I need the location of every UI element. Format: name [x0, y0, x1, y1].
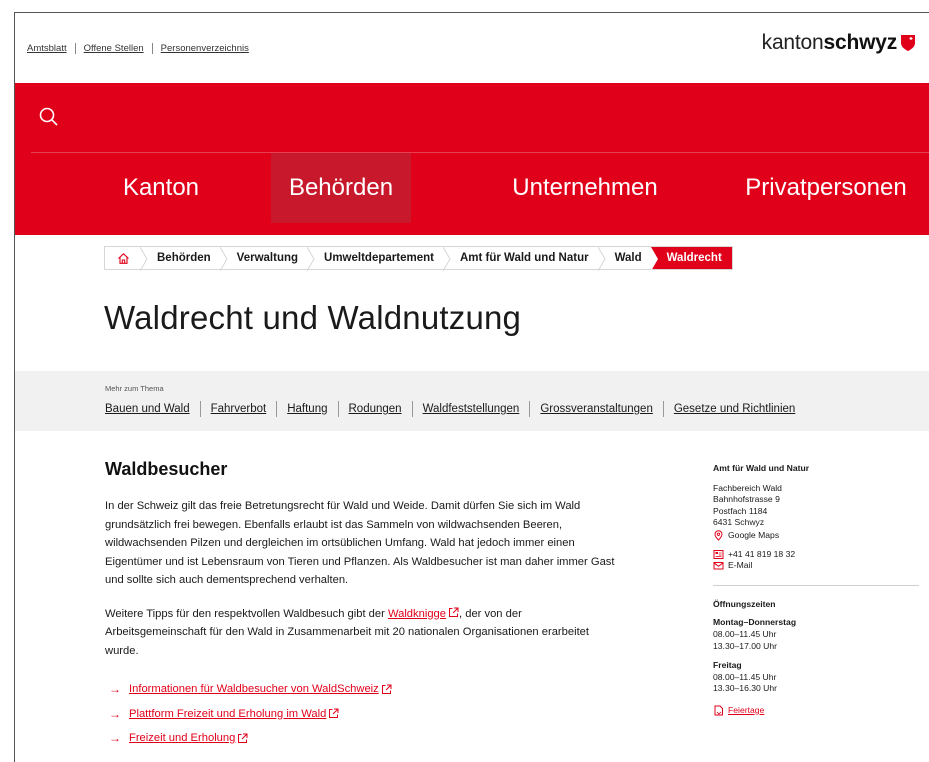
external-links-list: → Informationen für Waldbesucher von Wal… [105, 677, 625, 751]
hours-block: Montag–Donnerstag 08.00–11.45 Uhr 13.30–… [713, 617, 919, 652]
opening-hours-title: Öffnungszeiten [713, 598, 776, 609]
hours-block: Freitag 08.00–11.45 Uhr 13.30–16.30 Uhr [713, 660, 919, 695]
tips-paragraph: Weitere Tipps für den respektvollen Wald… [105, 605, 625, 661]
divider [411, 401, 413, 417]
link-amtsblatt[interactable]: Amtsblatt [27, 43, 67, 54]
map-pin-icon [714, 530, 723, 541]
contact-sidebar: Amt für Wald und Natur Fachbereich Wald … [713, 463, 919, 717]
related-topics-links: Bauen und Wald Fahrverbot Haftung Rodung… [105, 401, 795, 417]
link-personenverzeichnis[interactable]: Personenverzeichnis [161, 43, 249, 54]
section-heading: Waldbesucher [105, 459, 228, 479]
site-logo[interactable]: kanton schwyz [762, 31, 916, 55]
office-name: Amt für Wald und Natur [713, 463, 810, 473]
divider [199, 401, 201, 417]
topic-link-rodungen[interactable]: Rodungen [349, 403, 402, 415]
home-icon [118, 252, 129, 264]
hours-days: Freitag [713, 660, 742, 671]
breadcrumb-wald[interactable]: Wald [606, 247, 651, 269]
topic-link-waldfeststellungen[interactable]: Waldfeststellungen [423, 403, 520, 415]
nav-item-behoerden[interactable]: Behörden [271, 153, 411, 223]
related-topics-label: Mehr zum Thema [105, 384, 164, 393]
breadcrumb-separator [219, 247, 228, 271]
logo-text-kanton: kanton [761, 31, 824, 54]
main-navigation: Kanton Behörden Unternehmen Privatperson… [15, 83, 929, 235]
divider [337, 401, 339, 417]
hours-time: 08.00–11.45 Uhr [713, 671, 777, 682]
breadcrumb-separator [650, 247, 659, 271]
list-item: → Freizeit und Erholung [105, 726, 625, 751]
breadcrumb-umweltdepartement[interactable]: Umweltdepartement [315, 247, 443, 269]
breadcrumb-separator [140, 247, 148, 271]
breadcrumb: Behörden Verwaltung Umweltdepartement Am… [104, 246, 733, 271]
address-line: Bahnhofstrasse 9 [713, 494, 780, 505]
google-maps-link[interactable]: Google Maps [713, 530, 919, 542]
breadcrumb-separator [597, 247, 606, 271]
holidays-link[interactable]: Feiertage [713, 705, 919, 717]
divider [713, 584, 919, 586]
page-title: Waldrecht und Waldnutzung [104, 299, 522, 336]
breadcrumb-home[interactable] [105, 247, 140, 269]
topic-link-grossveranstaltungen[interactable]: Grossveranstaltungen [540, 403, 653, 415]
hours-days: Montag–Donnerstag [713, 617, 797, 628]
holidays-label: Feiertage [728, 704, 765, 715]
link-waldbesucher-info[interactable]: Informationen für Waldbesucher von WaldS… [129, 683, 379, 695]
utility-bar: Amtsblatt Offene Stellen Personenverzeic… [15, 13, 929, 83]
external-link-icon [238, 733, 248, 743]
breadcrumb-separator [442, 247, 451, 271]
main-content: Waldbesucher In der Schweiz gilt das fre… [105, 459, 625, 751]
link-freizeit-erholung[interactable]: Freizeit und Erholung [129, 732, 235, 744]
address: Fachbereich Wald Bahnhofstrasse 9 Postfa… [713, 483, 919, 529]
tips-text-before: Weitere Tipps für den respektvollen Wald… [105, 607, 388, 620]
email-link[interactable]: E-Mail [713, 560, 919, 572]
hours-time: 13.30–17.00 Uhr [713, 640, 778, 651]
arrow-right-icon: → [109, 706, 121, 721]
divider [529, 401, 531, 417]
topic-link-gesetze-und-richtlinien[interactable]: Gesetze und Richtlinien [674, 403, 795, 415]
breadcrumb-verwaltung[interactable]: Verwaltung [228, 247, 307, 269]
breadcrumb-separator [307, 247, 315, 271]
email-label: E-Mail [728, 560, 753, 571]
topic-link-haftung[interactable]: Haftung [287, 403, 327, 415]
breadcrumb-behoerden[interactable]: Behörden [148, 247, 220, 269]
divider [151, 43, 153, 54]
arrow-right-icon: → [109, 682, 121, 697]
waldknigge-link[interactable]: Waldknigge [388, 608, 446, 620]
phone-link[interactable]: +41 41 819 18 32 [713, 549, 919, 561]
nav-item-privatpersonen[interactable]: Privatpersonen [727, 153, 925, 223]
mail-icon [713, 562, 724, 570]
list-item: → Plattform Freizeit und Erholung im Wal… [105, 702, 625, 727]
hours-time: 08.00–11.45 Uhr [713, 628, 777, 639]
divider [74, 43, 76, 54]
link-offene-stellen[interactable]: Offene Stellen [84, 43, 144, 54]
breadcrumb-amt-wald-natur[interactable]: Amt für Wald und Natur [451, 247, 598, 269]
address-line: Postfach 1184 [713, 505, 768, 516]
nav-item-unternehmen[interactable]: Unternehmen [475, 153, 695, 223]
external-link-icon [329, 708, 339, 719]
document-icon [714, 705, 723, 716]
logo-text-schwyz: schwyz [823, 31, 898, 54]
utility-links: Amtsblatt Offene Stellen Personenverzeic… [27, 43, 249, 54]
topic-link-fahrverbot[interactable]: Fahrverbot [211, 403, 267, 415]
phone-icon [713, 549, 724, 559]
hours-time: 13.30–16.30 Uhr [713, 683, 778, 694]
intro-paragraph: In der Schweiz gilt das freie Betretungs… [105, 500, 615, 586]
divider [662, 401, 664, 417]
breadcrumb-current: Waldrecht [658, 247, 732, 269]
address-line: Fachbereich Wald [713, 482, 782, 493]
external-link-icon [381, 684, 392, 694]
link-plattform-freizeit[interactable]: Plattform Freizeit und Erholung im Wald [129, 708, 326, 720]
external-link-icon [449, 607, 459, 617]
phone-number: +41 41 819 18 32 [728, 548, 796, 559]
address-line: 6431 Schwyz [713, 517, 765, 528]
canton-shield-icon [901, 35, 915, 51]
related-topics-bar: Mehr zum Thema Bauen und Wald Fahrverbot… [15, 371, 929, 431]
topic-link-bauen-und-wald[interactable]: Bauen und Wald [105, 403, 190, 415]
list-item: → Informationen für Waldbesucher von Wal… [105, 677, 625, 702]
search-icon[interactable] [37, 105, 61, 129]
divider [276, 401, 278, 417]
nav-item-kanton[interactable]: Kanton [91, 153, 231, 223]
google-maps-label: Google Maps [728, 529, 780, 540]
arrow-right-icon: → [109, 731, 121, 746]
browser-page: Amtsblatt Offene Stellen Personenverzeic… [14, 12, 929, 762]
